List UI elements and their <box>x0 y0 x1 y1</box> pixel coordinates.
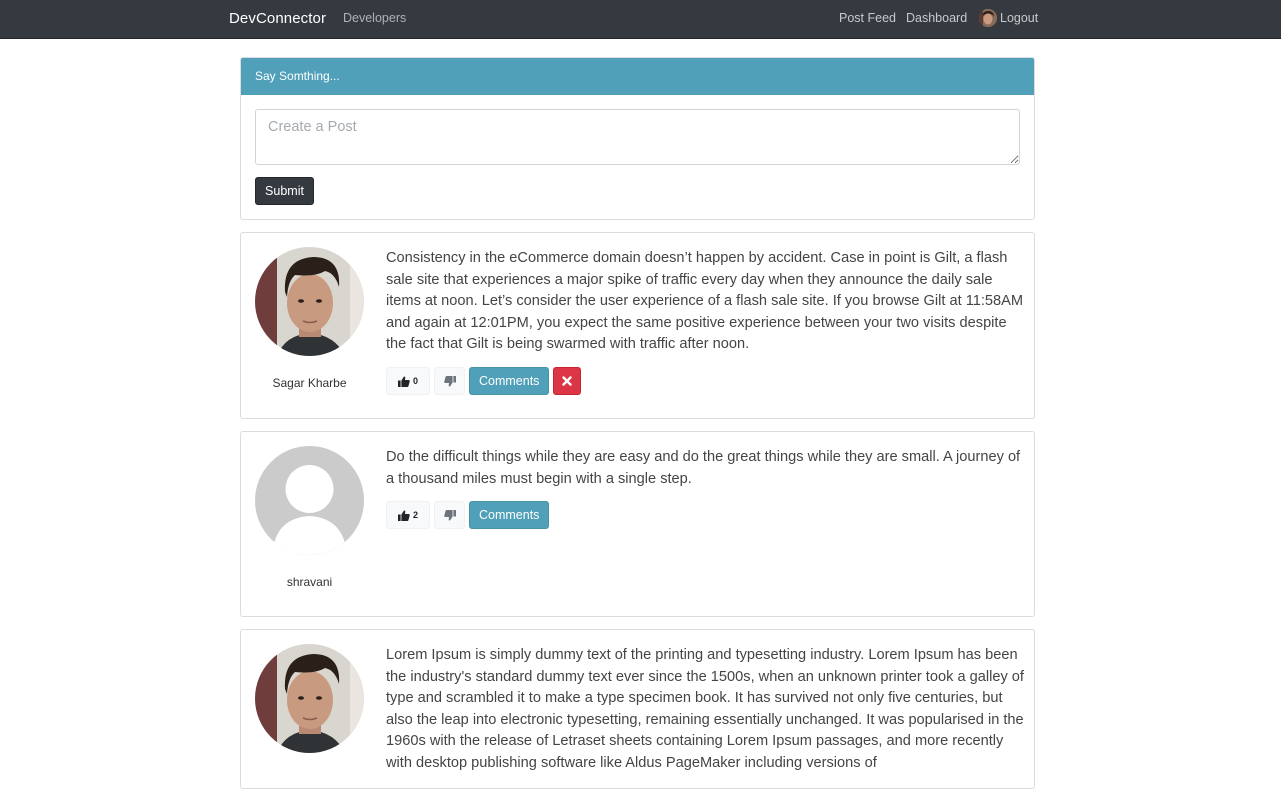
user-avatar-icon <box>979 9 997 27</box>
post-card: Sagar Kharbe Consistency in the eCommerc… <box>240 232 1035 419</box>
post-actions: 2 Comments <box>386 501 553 529</box>
like-count: 2 <box>412 510 418 520</box>
post-text: Do the difficult things while they are e… <box>386 449 1021 487</box>
author-name: Sagar Kharbe <box>272 376 347 390</box>
post-actions: 0 Comments <box>386 367 582 395</box>
times-icon <box>562 376 573 386</box>
author-avatar[interactable] <box>255 446 364 555</box>
create-post-textarea[interactable] <box>255 109 1020 165</box>
post-form-header: Say Somthing... <box>241 58 1034 95</box>
thumbs-down-icon <box>443 375 456 387</box>
nav-logout-link[interactable]: Logout <box>979 9 1038 27</box>
like-button[interactable]: 2 <box>386 501 430 529</box>
post-form-card: Say Somthing... Submit <box>240 57 1035 220</box>
author-name: shravani <box>286 575 333 589</box>
thumbs-up-icon <box>397 509 410 521</box>
thumbs-down-icon <box>443 509 456 521</box>
post-card: Lorem Ipsum is simply dummy text of the … <box>240 629 1035 789</box>
delete-post-button[interactable] <box>553 367 582 395</box>
author-avatar[interactable] <box>255 247 364 356</box>
author-avatar[interactable] <box>255 644 364 753</box>
post-text: Consistency in the eCommerce domain does… <box>386 250 1024 353</box>
logout-label: Logout <box>1000 11 1039 25</box>
unlike-button[interactable] <box>434 367 465 395</box>
unlike-button[interactable] <box>434 501 465 529</box>
submit-button[interactable]: Submit <box>255 177 314 205</box>
comments-button[interactable]: Comments <box>469 501 550 529</box>
comments-button[interactable]: Comments <box>469 367 550 395</box>
navbar: DevConnector Developers Post Feed Dashbo… <box>0 0 1281 39</box>
post-card: shravani Do the difficult things while t… <box>240 431 1035 617</box>
thumbs-up-icon <box>397 375 410 387</box>
nav-developers-link[interactable]: Developers <box>343 11 406 25</box>
nav-post-feed-link[interactable]: Post Feed <box>839 11 896 25</box>
brand-logo[interactable]: DevConnector <box>229 10 326 27</box>
post-text: Lorem Ipsum is simply dummy text of the … <box>386 647 1024 771</box>
nav-dashboard-link[interactable]: Dashboard <box>906 11 967 25</box>
like-count: 0 <box>412 376 418 386</box>
like-button[interactable]: 0 <box>386 367 430 395</box>
